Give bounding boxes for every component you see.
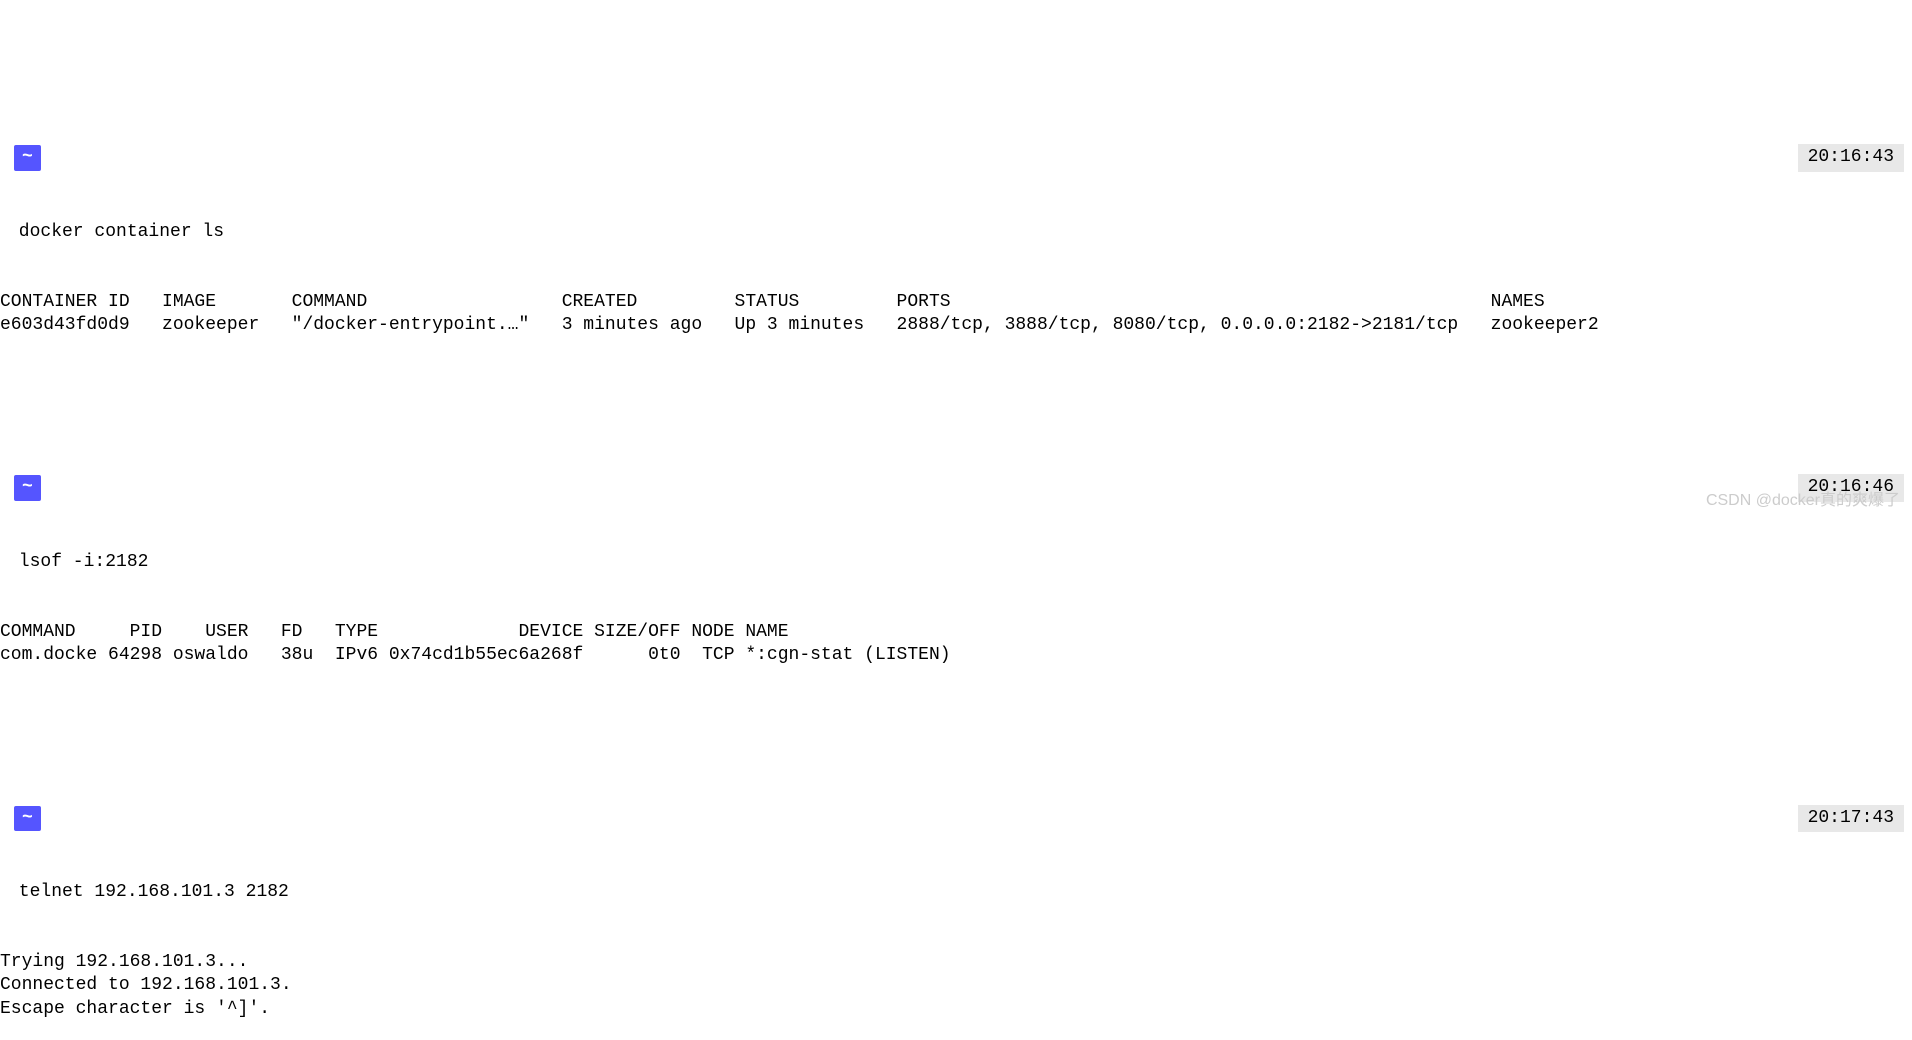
command-output: COMMAND PID USER FD TYPE DEVICE SIZE/OFF… bbox=[0, 621, 1912, 668]
command-text: docker container ls bbox=[0, 221, 1912, 244]
command-text: telnet 192.168.101.3 2182 bbox=[0, 881, 1912, 904]
command-output: Trying 192.168.101.3... Connected to 192… bbox=[0, 951, 1912, 1021]
prompt-line: ~ 20:16:46 bbox=[0, 472, 1912, 503]
home-dir-badge: ~ bbox=[14, 806, 41, 831]
terminal-block-3: ~ 20:17:43 telnet 192.168.101.3 2182 Try… bbox=[0, 756, 1912, 1040]
command-output: CONTAINER ID IMAGE COMMAND CREATED STATU… bbox=[0, 291, 1912, 338]
watermark-text: CSDN @docker真的爽爆了 bbox=[1706, 491, 1900, 512]
prompt-line: ~ 20:17:43 bbox=[0, 803, 1912, 834]
home-dir-badge: ~ bbox=[14, 145, 41, 170]
command-text: lsof -i:2182 bbox=[0, 551, 1912, 574]
terminal-block-2: ~ 20:16:46 lsof -i:2182 COMMAND PID USER… bbox=[0, 426, 1912, 691]
timestamp: 20:17:43 bbox=[1798, 805, 1904, 832]
prompt-line: ~ 20:16:43 bbox=[0, 142, 1912, 173]
home-dir-badge: ~ bbox=[14, 475, 41, 500]
timestamp: 20:16:43 bbox=[1798, 144, 1904, 171]
terminal-block-1: ~ 20:16:43 docker container ls CONTAINER… bbox=[0, 96, 1912, 361]
